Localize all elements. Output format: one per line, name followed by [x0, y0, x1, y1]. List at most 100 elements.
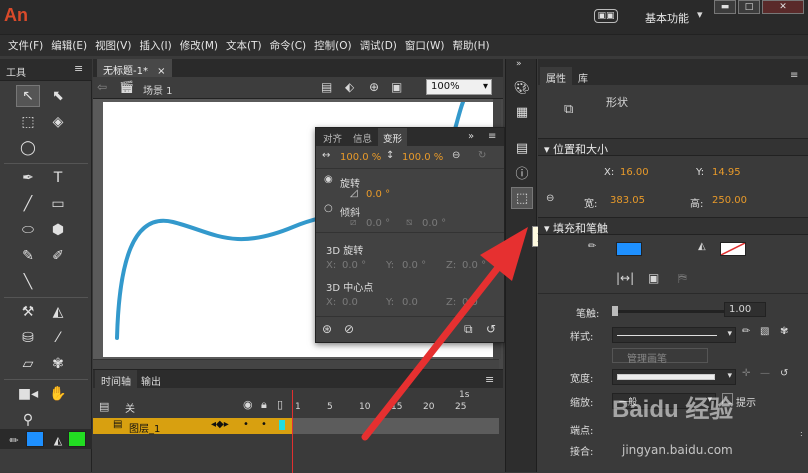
paint-bucket-tool-icon[interactable]: ◭	[46, 301, 70, 323]
width-tool-icon[interactable]: ✾	[46, 353, 70, 375]
menu-modify[interactable]: 修改(M)	[176, 38, 222, 53]
brush-icon[interactable]: ✾	[780, 326, 788, 337]
workspace-switcher[interactable]: 基本功能	[645, 10, 689, 26]
menu-text[interactable]: 文本(T)	[222, 38, 266, 53]
eye-icon[interactable]: ◉	[243, 398, 253, 411]
layer-frames[interactable]	[293, 418, 499, 434]
color-palette-icon[interactable]: 🎨︎	[511, 77, 533, 99]
rectangle-tool-icon[interactable]: ▭	[46, 193, 70, 215]
skew-radio[interactable]: ○	[324, 203, 333, 214]
camera-tool-icon[interactable]: ■◂	[16, 383, 40, 405]
width-profile-dropdown[interactable]: ▾	[612, 369, 736, 385]
text-tool-icon[interactable]: T	[46, 167, 70, 189]
stroke-size-input[interactable]: 1.00	[724, 302, 766, 317]
edit-symbols-icon[interactable]: ⬖	[345, 80, 354, 94]
chevron-down-icon[interactable]: ▾	[697, 8, 703, 21]
eyedropper-tool-icon[interactable]: ⁄	[46, 327, 70, 349]
back-arrow-icon[interactable]: ⇦	[97, 80, 107, 94]
panel-menu-icon[interactable]: ≡	[790, 70, 798, 81]
section-fill-stroke[interactable]: ▾ 填充和笔触	[538, 217, 808, 235]
c3d-x-value[interactable]: 0.0	[342, 297, 358, 308]
panel-menu-icon[interactable]: ≡	[74, 62, 83, 75]
collapse-icon[interactable]: »	[468, 131, 474, 142]
ink-bottle-tool-icon[interactable]: ⛁	[16, 327, 40, 349]
skew-v-value[interactable]: 0.0 °	[422, 218, 446, 229]
brush-tool-icon[interactable]: ✐	[46, 245, 70, 267]
eraser-tool-icon[interactable]: ▱	[16, 353, 40, 375]
menu-debug[interactable]: 调试(D)	[356, 38, 401, 53]
apply-transform-icon[interactable]: ⊘	[344, 322, 354, 336]
polystar-tool-icon[interactable]: ⬢	[46, 219, 70, 241]
subselection-tool-icon[interactable]: ⬉	[46, 85, 70, 107]
fill-color-picker[interactable]	[720, 242, 746, 256]
style-dropdown[interactable]: ▾	[612, 327, 736, 343]
align-icon[interactable]: ▤	[511, 137, 533, 159]
menu-help[interactable]: 帮助(H)	[448, 38, 493, 53]
tab-timeline[interactable]: 时间轴	[95, 370, 137, 388]
stroke-size-slider[interactable]	[612, 306, 728, 316]
outline-icon[interactable]: ▯	[277, 398, 283, 411]
copy-transform-icon[interactable]: ⧉	[464, 322, 473, 337]
selection-tool-icon[interactable]: ↖	[16, 85, 40, 107]
free-transform-tool-icon[interactable]: ⬚	[16, 111, 40, 133]
zoom-tool-icon[interactable]: ⚲	[16, 409, 40, 431]
3d-rotation-tool-icon[interactable]: ◈	[46, 111, 70, 133]
reset-icon[interactable]: ↻	[478, 150, 486, 161]
paint-brush-tool-icon[interactable]: ╲	[16, 271, 40, 293]
lock-icon[interactable]: 🔒︎	[261, 398, 267, 412]
info-icon[interactable]: ⓘ	[511, 161, 533, 183]
lasso-tool-icon[interactable]: ◯	[16, 137, 40, 159]
panel-menu-icon[interactable]: ≡	[485, 373, 494, 386]
layer-name[interactable]: 图层_1	[129, 420, 160, 435]
menu-insert[interactable]: 插入(I)	[135, 38, 175, 53]
no-color-icon[interactable]: ⛿	[678, 271, 687, 286]
sync-settings-icon[interactable]: ▣▣	[594, 9, 618, 23]
panel-menu-icon[interactable]: ≡	[488, 131, 496, 142]
x-value[interactable]: 16.00	[620, 167, 649, 178]
swatches-grid-icon[interactable]: ▦	[511, 101, 533, 123]
menu-commands[interactable]: 命令(C)	[266, 38, 311, 53]
scene-name[interactable]: 场景 1	[143, 82, 173, 97]
transform-icon[interactable]: ⬚	[511, 187, 533, 209]
constrain-link-icon[interactable]: ⊖	[452, 150, 460, 161]
scale-dropdown[interactable]: 一般 ▾	[612, 393, 716, 409]
maximize-button[interactable]: □	[738, 0, 760, 14]
tab-align[interactable]: 对齐	[318, 128, 347, 146]
tab-output[interactable]: 输出	[135, 370, 167, 388]
skew-h-value[interactable]: 0.0 °	[366, 218, 390, 229]
clip-content-icon[interactable]: ▣	[391, 80, 402, 94]
menu-file[interactable]: 文件(F)	[4, 38, 47, 53]
menu-control[interactable]: 控制(O)	[310, 38, 355, 53]
duplicate-transform-icon[interactable]: ⊛	[322, 322, 332, 336]
add-width-icon[interactable]: ✛	[742, 368, 750, 379]
c3d-y-value[interactable]: 0.0	[402, 297, 418, 308]
brush-library-icon[interactable]: ▧	[760, 326, 769, 337]
close-button[interactable]: ✕	[762, 0, 804, 14]
minimize-button[interactable]: ▬	[714, 0, 736, 14]
r3d-x-value[interactable]: 0.0 °	[342, 260, 366, 271]
r3d-z-value[interactable]: 0.0 °	[462, 260, 486, 271]
width-value[interactable]: 383.05	[610, 195, 645, 206]
oval-tool-icon[interactable]: ⬭	[16, 219, 40, 241]
r3d-y-value[interactable]: 0.0 °	[402, 260, 426, 271]
slider-thumb[interactable]	[612, 306, 618, 316]
edit-stroke-style-icon[interactable]: ✏	[742, 326, 750, 337]
horizontal-scrollbar[interactable]	[93, 359, 499, 369]
section-position-size[interactable]: ▾ 位置和大小	[538, 138, 808, 156]
zoom-select[interactable]: 100% ▾	[426, 79, 492, 95]
height-value[interactable]: 250.00	[712, 195, 747, 206]
rotate-value[interactable]: 0.0 °	[366, 189, 390, 200]
menu-view[interactable]: 视图(V)	[91, 38, 135, 53]
reset-width-icon[interactable]: ↺	[780, 368, 788, 379]
y-value[interactable]: 14.95	[712, 167, 741, 178]
close-icon[interactable]: ×	[157, 66, 165, 77]
tab-properties[interactable]: 属性	[540, 67, 572, 85]
bone-tool-icon[interactable]: ⚒	[16, 301, 40, 323]
pen-tool-icon[interactable]: ✒	[16, 167, 40, 189]
manage-styles-button[interactable]: 管理画笔	[612, 348, 708, 365]
hint-checkbox[interactable]	[722, 393, 733, 404]
frame-ruler[interactable]: 1s 1 5 10 15 20 25	[293, 388, 499, 416]
document-tab[interactable]: 无标题-1* ×	[97, 59, 172, 77]
tab-transform[interactable]: 变形	[378, 128, 408, 146]
hand-tool-icon[interactable]: ✋	[46, 383, 70, 405]
